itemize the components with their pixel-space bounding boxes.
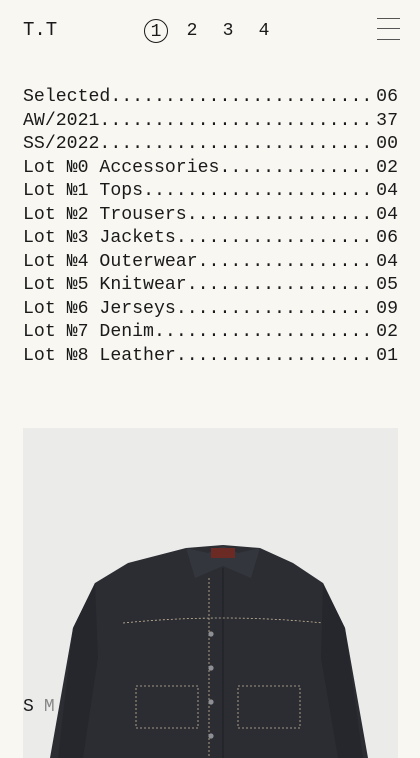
header: T.T 1 2 3 4 (0, 0, 420, 60)
leader-dots (187, 204, 376, 228)
page-selector: 1 2 3 4 (144, 19, 288, 43)
leader-dots (176, 227, 376, 251)
index-item-lot4-outerwear[interactable]: Lot №4 Outerwear 04 (23, 251, 398, 275)
leader-dots (176, 298, 376, 322)
size-selector: S M (23, 697, 65, 717)
index-item-label: Selected (23, 87, 111, 107)
index-item-lot7-denim[interactable]: Lot №7 Denim 02 (23, 321, 398, 345)
index-item-lot3-jackets[interactable]: Lot №3 Jackets 06 (23, 227, 398, 251)
leader-dots (143, 180, 376, 204)
index-item-count: 04 (376, 251, 398, 272)
index-item-lot5-knitwear[interactable]: Lot №5 Knitwear 05 (23, 274, 398, 298)
denim-jacket-image (50, 545, 368, 758)
page-2-button[interactable]: 2 (180, 19, 204, 43)
size-option-s[interactable]: S (23, 697, 34, 717)
index-item-count: 02 (376, 157, 398, 178)
index-item-label: Lot №4 Outerwear (23, 251, 198, 272)
page-4-button[interactable]: 4 (252, 19, 276, 43)
category-index: Selected 06 AW/2021 37 SS/2022 00 Lot №0 Ac… (23, 86, 398, 368)
index-item-label: Lot №7 Denim (23, 322, 154, 342)
index-item-count: 04 (376, 181, 398, 201)
page-3-button[interactable]: 3 (216, 19, 240, 43)
index-item-count: 06 (376, 87, 398, 107)
leader-dots (154, 321, 376, 345)
index-item-count: 02 (376, 322, 398, 342)
index-item-ss2022[interactable]: SS/2022 00 (23, 133, 398, 157)
index-item-lot2-trousers[interactable]: Lot №2 Trousers 04 (23, 204, 398, 228)
index-item-selected[interactable]: Selected 06 (23, 86, 398, 110)
index-item-label: Lot №8 Leather (23, 345, 176, 366)
index-item-label: Lot №1 Tops (23, 181, 144, 201)
index-item-label: Lot №6 Jerseys (23, 298, 176, 319)
index-item-count: 09 (376, 298, 398, 319)
index-item-count: 04 (376, 204, 398, 225)
index-item-label: Lot №5 Knitwear (23, 275, 187, 295)
leader-dots (176, 345, 376, 369)
index-item-count: 01 (376, 345, 398, 366)
index-item-aw2021[interactable]: AW/2021 37 (23, 110, 398, 134)
index-item-count: 06 (376, 228, 398, 248)
leader-dots (99, 110, 376, 134)
index-item-label: Lot №3 Jackets (23, 228, 176, 248)
index-item-label: SS/2022 (23, 134, 100, 154)
index-item-lot6-jerseys[interactable]: Lot №6 Jerseys 09 (23, 298, 398, 322)
index-item-lot0-accessories[interactable]: Lot №0 Accessories 02 (23, 157, 398, 181)
leader-dots (219, 157, 376, 181)
index-item-label: Lot №0 Accessories (23, 157, 220, 178)
brand-logo[interactable]: T.T (23, 19, 57, 41)
index-item-lot8-leather[interactable]: Lot №8 Leather 01 (23, 345, 398, 369)
leader-dots (110, 86, 376, 110)
page-1-button[interactable]: 1 (144, 19, 168, 43)
index-item-count: 37 (376, 110, 398, 131)
index-item-count: 05 (376, 275, 398, 295)
leader-dots (198, 251, 377, 275)
index-item-lot1-tops[interactable]: Lot №1 Tops 04 (23, 180, 398, 204)
index-item-label: AW/2021 (23, 110, 100, 131)
index-item-count: 00 (376, 134, 398, 154)
product-card[interactable] (23, 428, 398, 758)
leader-dots (187, 274, 376, 298)
leader-dots (99, 133, 376, 157)
hamburger-menu-icon[interactable] (377, 18, 400, 40)
index-item-label: Lot №2 Trousers (23, 204, 187, 225)
size-option-m[interactable]: M (44, 697, 55, 717)
